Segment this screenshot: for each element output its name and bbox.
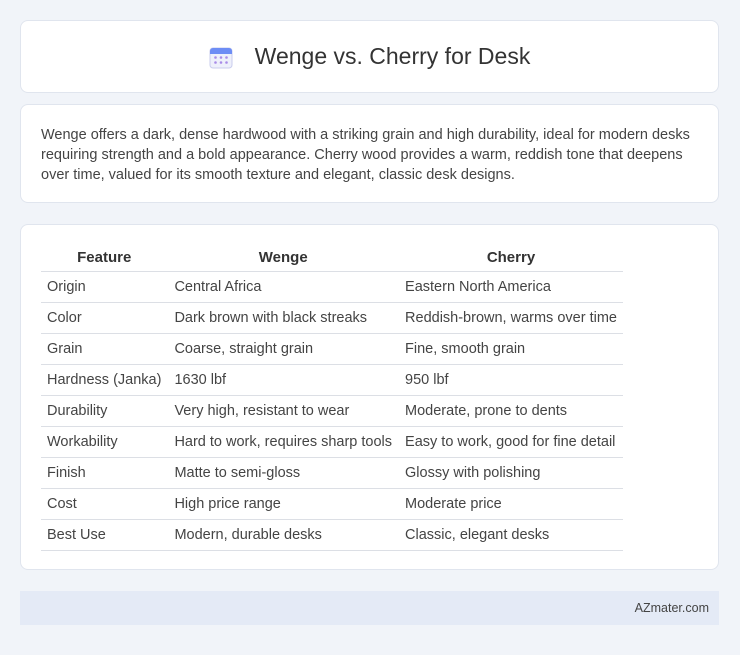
cell-cherry: Moderate, prone to dents [398,395,623,427]
cell-feature: Durability [41,395,168,427]
cell-feature: Origin [41,271,168,303]
table-row: Origin Central Africa Eastern North Amer… [41,271,623,303]
footer: AZmater.com [20,591,719,625]
table-row: Hardness (Janka) 1630 lbf 950 lbf [41,364,623,396]
title-wrap: Wenge vs. Cherry for Desk [209,43,531,70]
table-row: Cost High price range Moderate price [41,488,623,520]
cell-wenge: High price range [167,488,399,520]
cell-wenge: 1630 lbf [167,364,399,396]
intro-card: Wenge offers a dark, dense hardwood with… [20,104,719,203]
table-row: Best Use Modern, durable desks Classic, … [41,519,623,551]
cell-feature: Best Use [41,519,168,551]
cell-feature: Hardness (Janka) [41,364,168,396]
table-row: Finish Matte to semi-gloss Glossy with p… [41,457,623,489]
comparison-table: Feature Wenge Cherry Origin Central Afri… [41,245,623,551]
footer-site-link[interactable]: AZmater.com [635,601,709,615]
cell-wenge: Coarse, straight grain [167,333,399,365]
cell-cherry: Reddish-brown, warms over time [398,302,623,334]
intro-text: Wenge offers a dark, dense hardwood with… [41,127,690,183]
cell-cherry: Glossy with polishing [398,457,623,489]
page-title: Wenge vs. Cherry for Desk [254,43,531,69]
cell-cherry: Eastern North America [398,271,623,303]
cell-wenge: Very high, resistant to wear [167,395,399,427]
table-row: Color Dark brown with black streaks Redd… [41,302,623,334]
cell-cherry: Fine, smooth grain [398,333,623,365]
cell-feature: Finish [41,457,168,489]
cell-feature: Workability [41,426,168,458]
cell-wenge: Central Africa [167,271,399,303]
cell-wenge: Dark brown with black streaks [167,302,399,334]
cell-cherry: Classic, elegant desks [398,519,623,551]
cell-cherry: Easy to work, good for fine detail [398,426,623,458]
cell-wenge: Hard to work, requires sharp tools [167,426,399,458]
header-card: Wenge vs. Cherry for Desk [20,20,719,93]
table-row: Grain Coarse, straight grain Fine, smoot… [41,333,623,365]
header-wenge: Wenge [167,245,399,272]
table-header-row: Feature Wenge Cherry [41,245,623,272]
cell-feature: Grain [41,333,168,365]
table-card: Feature Wenge Cherry Origin Central Afri… [20,224,719,570]
cell-wenge: Modern, durable desks [167,519,399,551]
cell-feature: Color [41,302,168,334]
header-cherry: Cherry [398,245,623,272]
calendar-icon [209,45,233,69]
cell-wenge: Matte to semi-gloss [167,457,399,489]
header-feature: Feature [41,245,168,272]
cell-feature: Cost [41,488,168,520]
table-row: Workability Hard to work, requires sharp… [41,426,623,458]
cell-cherry: Moderate price [398,488,623,520]
table-row: Durability Very high, resistant to wear … [41,395,623,427]
cell-cherry: 950 lbf [398,364,623,396]
